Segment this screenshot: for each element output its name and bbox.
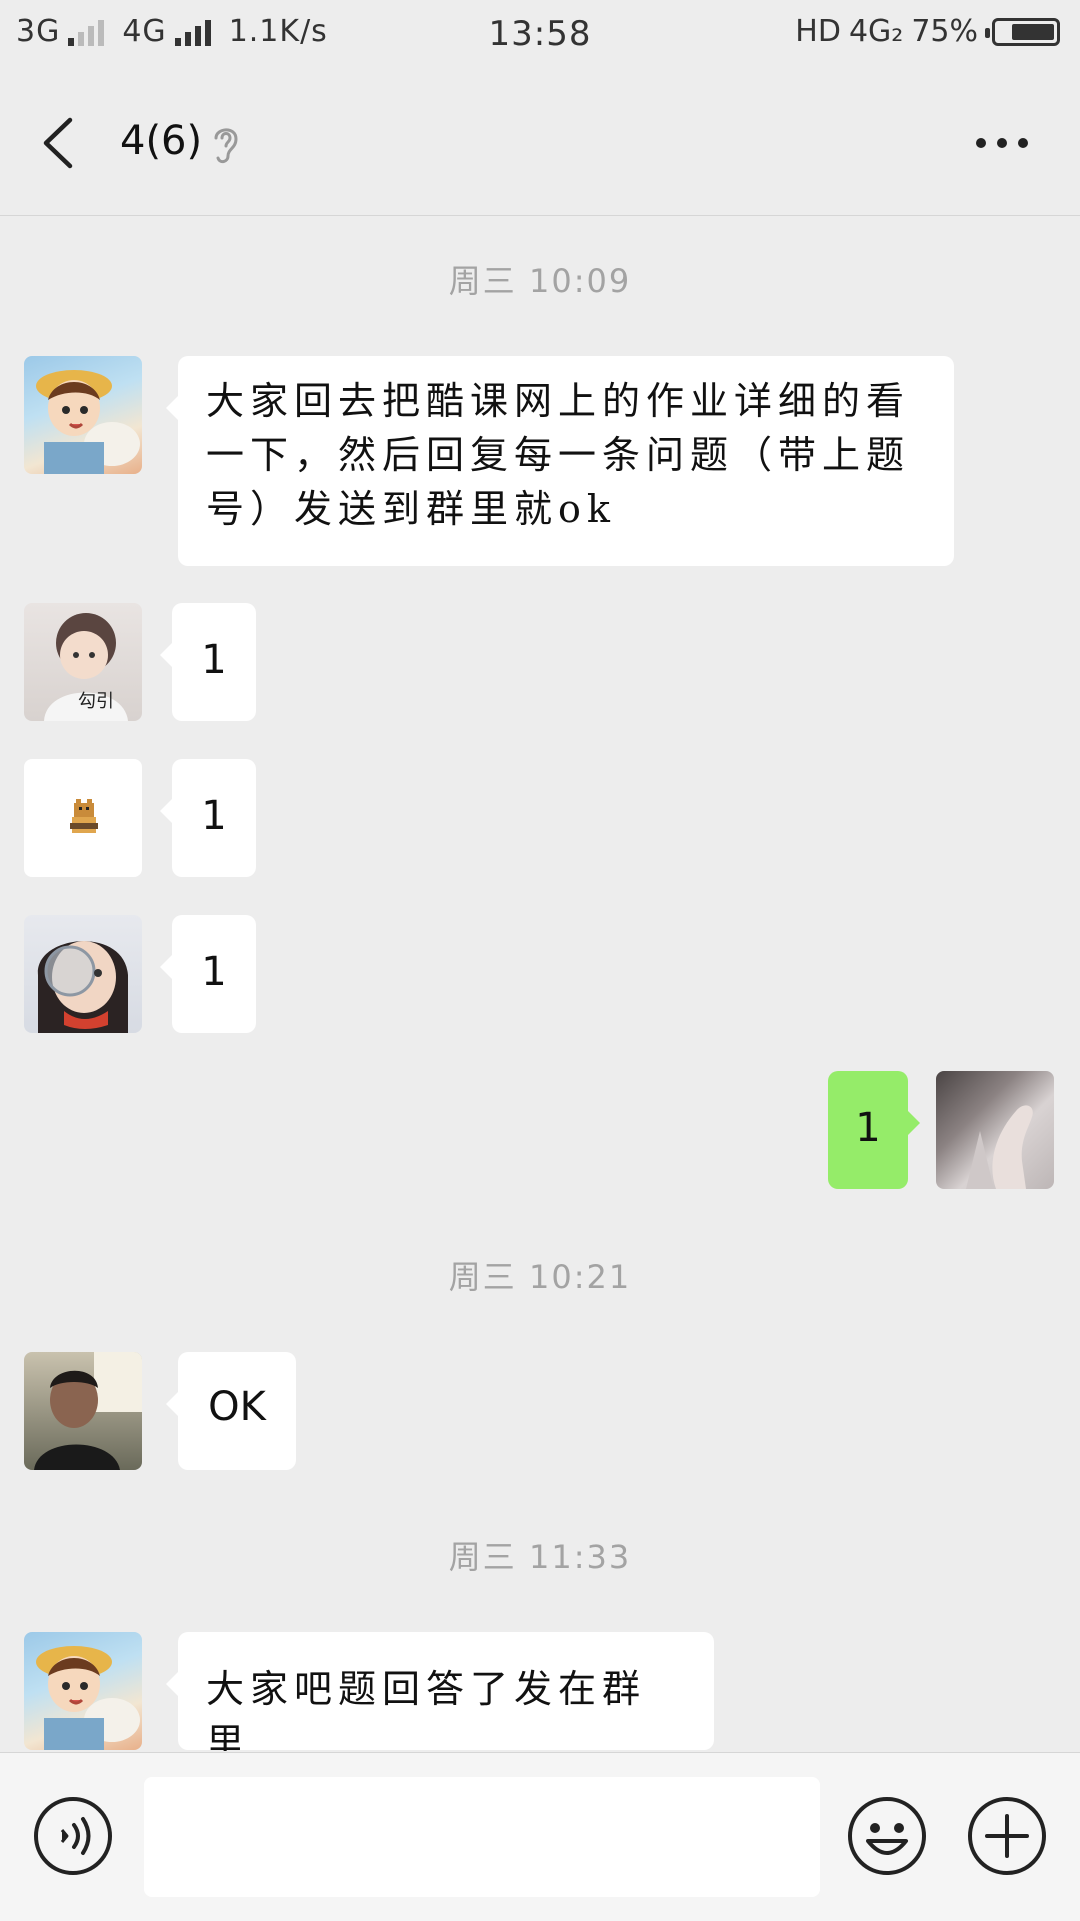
- timestamp: 周三 10:09: [448, 262, 632, 300]
- message-bubble[interactable]: OK: [166, 1352, 296, 1470]
- plus-icon[interactable]: [966, 1795, 1048, 1877]
- avatar[interactable]: [24, 759, 142, 877]
- avatar[interactable]: [24, 915, 142, 1033]
- avatar[interactable]: [24, 356, 142, 474]
- avatar[interactable]: [24, 1352, 142, 1470]
- status-right: HD 4G₂ 75%: [795, 14, 1060, 49]
- more-dot: [1018, 138, 1028, 148]
- hand-avatar-image: [966, 1105, 1033, 1189]
- man-avatar-image: [34, 1352, 142, 1470]
- message-bubble[interactable]: 1: [160, 915, 256, 1033]
- my-avatar[interactable]: [936, 1071, 1054, 1189]
- back-icon[interactable]: [40, 116, 80, 170]
- voice-icon[interactable]: [32, 1795, 114, 1877]
- hd-label: HD: [795, 14, 841, 49]
- anime-boy-avatar-image: [36, 1646, 140, 1750]
- message-bubble[interactable]: 1: [160, 603, 256, 721]
- girl-with-glass-avatar-image: [37, 941, 128, 1033]
- message-bubble[interactable]: 大家回去把酷课网上的作业详细的看 一下，然后回复每一条问题（带上题 号）发送到群…: [166, 356, 954, 566]
- more-dot: [997, 138, 1007, 148]
- message-bubble[interactable]: 大家吧题回答了发在群里: [166, 1632, 714, 1751]
- timestamp: 周三 10:21: [448, 1258, 632, 1296]
- emoji-icon[interactable]: [846, 1795, 928, 1877]
- chat-header: 4(6): [0, 70, 1080, 216]
- avatar[interactable]: [24, 1632, 142, 1750]
- input-bar: [0, 1752, 1080, 1921]
- outgoing-message-bubble[interactable]: 1: [828, 1071, 920, 1189]
- status-bar: 3G 4G 1.1K/s 13:58 HD 4G₂ 75%: [0, 0, 1080, 70]
- avatar[interactable]: 勾引: [24, 603, 142, 721]
- battery-fill: [1012, 23, 1054, 40]
- message-line: 大家回去把酷课网上的作业详细的看: [206, 379, 911, 423]
- ear-icon: [214, 128, 238, 164]
- battery-icon: [985, 17, 1060, 46]
- avatar-caption: 勾引: [78, 691, 114, 712]
- timestamp: 周三 11:33: [448, 1538, 632, 1576]
- network-4g2-label: 4G₂: [848, 14, 904, 49]
- message-line: 号）发送到群里就ok: [206, 487, 616, 531]
- more-icon[interactable]: [974, 130, 1030, 156]
- message-line: 一下，然后回复每一条问题（带上题: [206, 433, 911, 477]
- more-dot: [976, 138, 986, 148]
- message-bubble[interactable]: 1: [160, 759, 256, 877]
- message-input[interactable]: [144, 1777, 820, 1897]
- chat-title: 4(6): [120, 118, 203, 164]
- pixel-cat-avatar-image: [70, 799, 98, 833]
- chat-area[interactable]: 周三 10:09 大家回去把酷课网上的作业详细的看 一下，然后回复每一条问题（带…: [0, 216, 1080, 1751]
- battery-percent: 75%: [911, 14, 978, 49]
- anime-boy-avatar-image: [36, 370, 140, 474]
